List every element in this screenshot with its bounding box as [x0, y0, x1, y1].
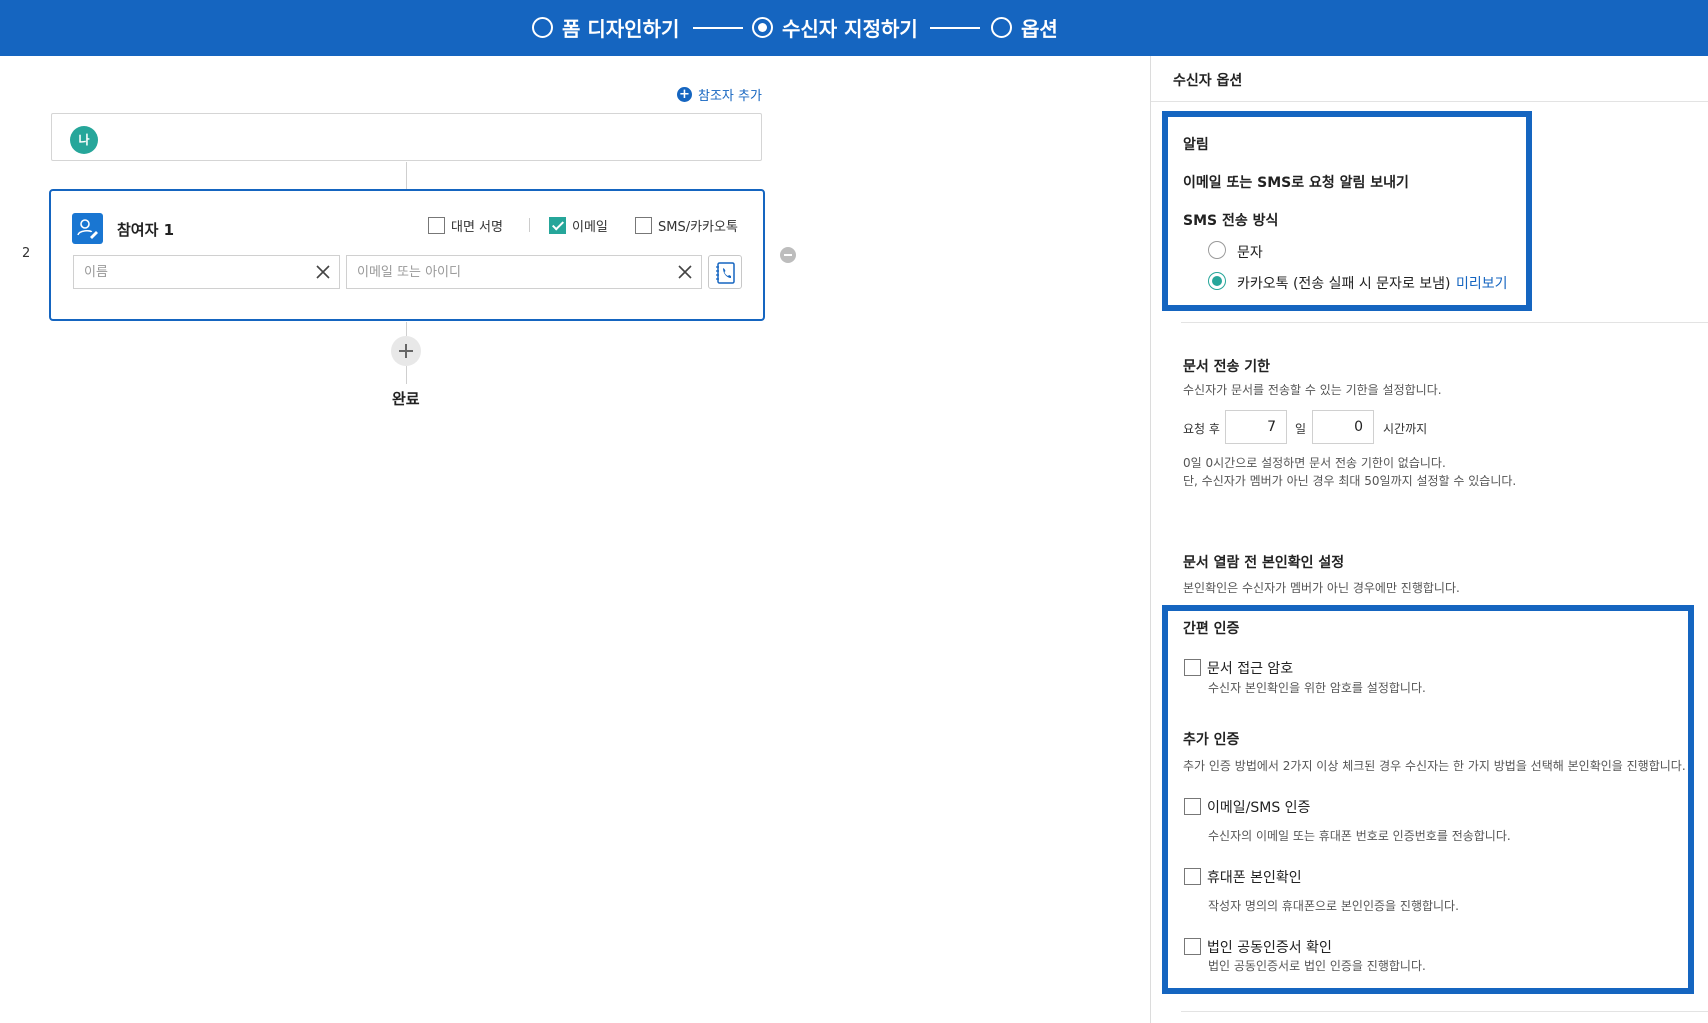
- deadline-desc: 수신자가 문서를 전송할 수 있는 기한을 설정합니다.: [1183, 383, 1442, 397]
- step-radio-icon: [991, 16, 1012, 38]
- step-connector: [930, 27, 980, 29]
- step-connector: [693, 27, 743, 29]
- password-label: 문서 접근 암호: [1207, 661, 1294, 677]
- corp-cert-label: 법인 공동인증서 확인: [1207, 940, 1332, 956]
- done-label: 완료: [392, 390, 420, 408]
- plus-circle-icon: +: [677, 87, 692, 102]
- name-field[interactable]: [73, 255, 340, 289]
- phonebook-icon: [716, 262, 735, 284]
- face-to-face-option[interactable]: 대면 서명: [428, 216, 503, 235]
- close-icon[interactable]: [677, 264, 693, 280]
- flow-connector: [406, 366, 407, 384]
- step-label: 수신자 지정하기: [782, 16, 918, 41]
- corp-cert-desc: 법인 공동인증서로 법인 인증을 진행합니다.: [1208, 959, 1426, 973]
- me-avatar: 나: [70, 126, 98, 154]
- stepper-bar: 폼 디자인하기 수신자 지정하기 옵션: [0, 0, 1708, 56]
- panel-title: 수신자 옵션: [1173, 73, 1243, 89]
- step-assign-recipients[interactable]: 수신자 지정하기: [752, 14, 918, 41]
- step-radio-icon: [532, 16, 553, 38]
- sender-row: 나: [51, 113, 762, 161]
- hours-unit: 시간까지: [1383, 422, 1428, 436]
- step-radio-active-icon: [752, 16, 773, 38]
- kakao-label: 카카오톡 (전송 실패 시 문자로 보냄): [1237, 276, 1451, 292]
- email-id-input[interactable]: [347, 256, 701, 288]
- password-checkbox[interactable]: [1184, 659, 1201, 676]
- email-sms-desc: 수신자의 이메일 또는 휴대폰 번호로 인증번호를 전송합니다.: [1208, 829, 1511, 843]
- add-referrer-button[interactable]: + 참조자 추가: [677, 85, 762, 104]
- option-label: 이메일: [572, 220, 608, 235]
- deadline-prefix: 요청 후: [1183, 422, 1220, 436]
- participant-card: 참여자 1 대면 서명 이메일 SMS/카카오톡: [49, 189, 765, 321]
- step-form-design[interactable]: 폼 디자인하기: [532, 14, 680, 41]
- sms-method-title: SMS 전송 방식: [1183, 213, 1279, 229]
- step-label: 옵션: [1021, 16, 1058, 41]
- deadline-note-1: 0일 0시간으로 설정하면 문서 전송 기한이 없습니다.: [1183, 456, 1446, 470]
- identity-title: 문서 열람 전 본인확인 설정: [1183, 555, 1345, 571]
- simple-auth-title: 간편 인증: [1183, 621, 1240, 637]
- checkbox-icon[interactable]: [428, 217, 445, 234]
- email-sms-checkbox[interactable]: [1184, 798, 1201, 815]
- phone-desc: 작성자 명의의 휴대폰으로 본인인증을 진행합니다.: [1208, 899, 1459, 913]
- panel-divider: [1151, 101, 1708, 102]
- extra-auth-title: 추가 인증: [1183, 732, 1240, 748]
- password-desc: 수신자 본인확인을 위한 암호를 설정합니다.: [1208, 681, 1426, 695]
- sms-text-label: 문자: [1237, 245, 1263, 261]
- add-participant-button[interactable]: [391, 336, 421, 366]
- option-divider: [529, 218, 530, 232]
- step-options[interactable]: 옵션: [991, 14, 1058, 41]
- section-divider: [1181, 1011, 1708, 1012]
- option-label: 대면 서명: [451, 220, 503, 235]
- phone-checkbox[interactable]: [1184, 868, 1201, 885]
- preview-link[interactable]: 미리보기: [1456, 273, 1508, 293]
- flow-connector: [406, 162, 407, 189]
- sms-kakao-option[interactable]: SMS/카카오톡: [635, 216, 738, 235]
- flow-connector: [406, 322, 407, 336]
- email-id-field[interactable]: [346, 255, 702, 289]
- participant-title: 참여자 1: [117, 221, 175, 239]
- notification-title: 알림: [1183, 137, 1209, 153]
- add-referrer-label: 참조자 추가: [698, 89, 762, 104]
- deadline-hours-input[interactable]: 0: [1312, 410, 1374, 444]
- deadline-note-2: 단, 수신자가 멤버가 아닌 경우 최대 50일까지 설정할 수 있습니다.: [1183, 474, 1517, 488]
- corp-cert-checkbox[interactable]: [1184, 938, 1201, 955]
- send-notification-label: 이메일 또는 SMS로 요청 알림 보내기: [1183, 175, 1409, 191]
- identity-desc: 본인확인은 수신자가 멤버가 아닌 경우에만 진행합니다.: [1183, 581, 1460, 595]
- phonebook-button[interactable]: [708, 255, 742, 289]
- user-edit-icon: [72, 213, 103, 244]
- deadline-title: 문서 전송 기한: [1183, 359, 1271, 375]
- extra-auth-desc: 추가 인증 방법에서 2가지 이상 체크된 경우 수신자는 한 가지 방법을 선…: [1183, 759, 1686, 773]
- sms-text-radio[interactable]: [1208, 241, 1226, 259]
- recipient-options-panel: 수신자 옵션 알림 이메일 또는 SMS로 요청 알림 보내기 SMS 전송 방…: [1150, 56, 1708, 1023]
- step-label: 폼 디자인하기: [562, 16, 680, 41]
- email-sms-label: 이메일/SMS 인증: [1207, 800, 1311, 816]
- order-number: 2: [22, 246, 31, 261]
- name-input[interactable]: [74, 256, 339, 288]
- section-divider: [1181, 322, 1708, 323]
- close-icon[interactable]: [315, 264, 331, 280]
- checkbox-icon[interactable]: [635, 217, 652, 234]
- kakao-radio[interactable]: [1208, 272, 1226, 290]
- deadline-days-input[interactable]: 7: [1225, 410, 1287, 444]
- remove-participant-button[interactable]: [780, 247, 796, 263]
- option-label: SMS/카카오톡: [658, 220, 738, 235]
- days-unit: 일: [1295, 422, 1307, 436]
- checkbox-checked-icon[interactable]: [549, 217, 566, 234]
- phone-label: 휴대폰 본인확인: [1207, 870, 1302, 886]
- email-option[interactable]: 이메일: [549, 216, 608, 235]
